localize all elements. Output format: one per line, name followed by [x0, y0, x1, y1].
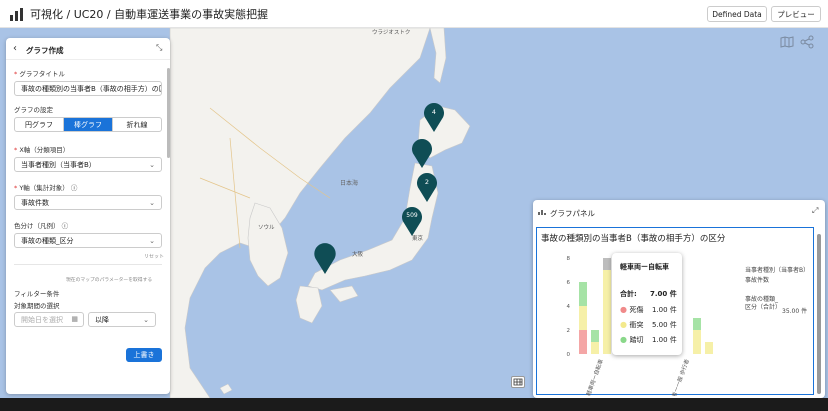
graph-settings-label: グラフの設定: [14, 106, 53, 114]
pin-count: 2: [424, 178, 430, 186]
y-tick-label: 8: [567, 256, 571, 262]
top-bar: 可視化 / UC20 / 自動車運送事業の事故実態把握 Defined Data…: [0, 0, 828, 28]
collapse-icon[interactable]: ⤡: [156, 43, 162, 53]
reset-link[interactable]: リセット: [144, 253, 164, 260]
y-tick-label: 2: [567, 328, 571, 334]
calendar-icon: ▦: [71, 315, 78, 323]
panel-title: グラフ作成: [26, 46, 64, 55]
graph-create-panel: ‹ グラフ作成 ⤡ * グラフタイトル 事故の種類別の当事者B（事故の相手方）の…: [6, 38, 170, 394]
filter-label: フィルター条件: [14, 290, 60, 298]
chevron-down-icon: ⌄: [149, 161, 155, 169]
back-arrow-icon[interactable]: ‹: [13, 43, 17, 54]
info-icon[interactable]: ⓘ: [71, 184, 78, 192]
chart-tooltip: 軽車両ー自転車 合計: 7.00 件 ● 死傷 1.00 件 ● 衝突 5.00…: [612, 253, 682, 355]
info-icon[interactable]: ⓘ: [62, 222, 69, 230]
type-pie-button[interactable]: 円グラフ: [15, 118, 64, 131]
chevron-down-icon: ⌄: [149, 237, 155, 245]
map-pin[interactable]: 509: [401, 206, 423, 236]
info-row-label: 事故の種類_区分（合計）: [745, 296, 782, 311]
bar-segment[interactable]: [603, 270, 611, 354]
bar-segment[interactable]: [591, 342, 599, 354]
defined-data-button[interactable]: Defined Data: [707, 6, 767, 22]
bar-segment[interactable]: [705, 342, 713, 354]
chevron-down-icon: ⌄: [149, 199, 155, 207]
chart-logo-icon: [10, 7, 24, 21]
city-label: 大阪: [352, 252, 364, 258]
bar-chart-icon: [538, 208, 547, 218]
start-date-input[interactable]: 開始日を選択 ▦: [14, 312, 84, 327]
scrollbar[interactable]: [817, 234, 821, 394]
pin-count: 4: [431, 108, 437, 116]
map-pin[interactable]: 4: [423, 102, 445, 132]
hover-highlight: [603, 258, 611, 270]
period-label: 対象期間の選択: [14, 302, 60, 310]
tooltip-total-value: 7.00 件: [650, 290, 677, 298]
tooltip-total-label: 合計:: [620, 290, 637, 298]
legend-dot: ●: [620, 320, 627, 329]
preview-button[interactable]: プレビュー: [771, 6, 821, 22]
map-pin[interactable]: 2: [416, 172, 438, 202]
map-layer-icon[interactable]: [780, 36, 794, 48]
grid-icon[interactable]: [511, 376, 525, 388]
bar-segment[interactable]: [579, 306, 587, 330]
tooltip-row: ● 衝突 5.00 件: [620, 320, 677, 329]
y-tick-label: 0: [567, 352, 571, 358]
x-tick-label: 歩行者ー一般 歩行者: [666, 357, 691, 396]
legend-dot: ●: [620, 305, 627, 314]
type-bar-button[interactable]: 棒グラフ: [64, 118, 113, 131]
bottom-bar: [0, 398, 828, 411]
graph-type-selector: 円グラフ 棒グラフ 折れ線: [14, 117, 162, 132]
color-select[interactable]: 事故の種類_区分 ⌄: [14, 233, 162, 248]
y-tick-label: 6: [567, 280, 571, 286]
y-tick-label: 4: [567, 304, 571, 310]
legend-dot: ●: [620, 335, 627, 344]
pin-count: 509: [406, 212, 418, 219]
share-icon[interactable]: [800, 35, 814, 49]
y-axis-select[interactable]: 事故件数 ⌄: [14, 195, 162, 210]
graph-title-label: グラフタイトル: [19, 70, 65, 78]
tooltip-row: ● 踏切 1.00 件: [620, 335, 677, 344]
chevron-down-icon: ⌄: [143, 316, 149, 324]
x-tick-label: 軽車両ー自転車: [584, 357, 605, 396]
info-row-label: 事故件数: [745, 277, 770, 284]
y-axis-label: Y軸（集計対象）: [19, 184, 69, 192]
map-pin[interactable]: [411, 138, 433, 168]
x-axis-label: X軸（分類項目）: [19, 146, 70, 154]
tooltip-title: 軽車両ー自転車: [620, 263, 669, 271]
graph-title-input[interactable]: 事故の種類別の当事者B（事故の相手方）の区: [14, 81, 162, 96]
bar-segment[interactable]: [591, 330, 599, 342]
info-row-value: 35.00 件: [782, 308, 808, 315]
expand-icon[interactable]: ⤢: [812, 206, 818, 216]
bar-segment[interactable]: [693, 330, 701, 354]
color-label: 色分け（凡例）: [14, 222, 60, 230]
bar-segment[interactable]: [579, 282, 587, 306]
bar-segment[interactable]: [579, 330, 587, 354]
divider: [14, 264, 162, 265]
graph-panel-title: グラフパネル: [550, 209, 595, 218]
tooltip-row: ● 死傷 1.00 件: [620, 305, 677, 314]
scrollbar[interactable]: [167, 68, 170, 158]
info-row-label: 当事者種別（当事者B）: [745, 267, 810, 274]
x-axis-select[interactable]: 当事者種別（当事者B） ⌄: [14, 157, 162, 172]
type-line-button[interactable]: 折れ線: [113, 118, 161, 131]
bar-segment[interactable]: [693, 318, 701, 330]
map-pin[interactable]: [313, 242, 337, 274]
city-label: ウラジオストク: [372, 30, 411, 36]
city-label: ソウル: [258, 225, 275, 231]
sea-label: 日本海: [340, 180, 359, 187]
map-param-link[interactable]: 現在のマップのパラメーターを取得する: [66, 276, 152, 283]
overwrite-button[interactable]: 上書き: [126, 348, 162, 362]
page-title: 可視化 / UC20 / 自動車運送事業の事故実態把握: [30, 7, 269, 21]
period-select[interactable]: 以降 ⌄: [88, 312, 156, 327]
